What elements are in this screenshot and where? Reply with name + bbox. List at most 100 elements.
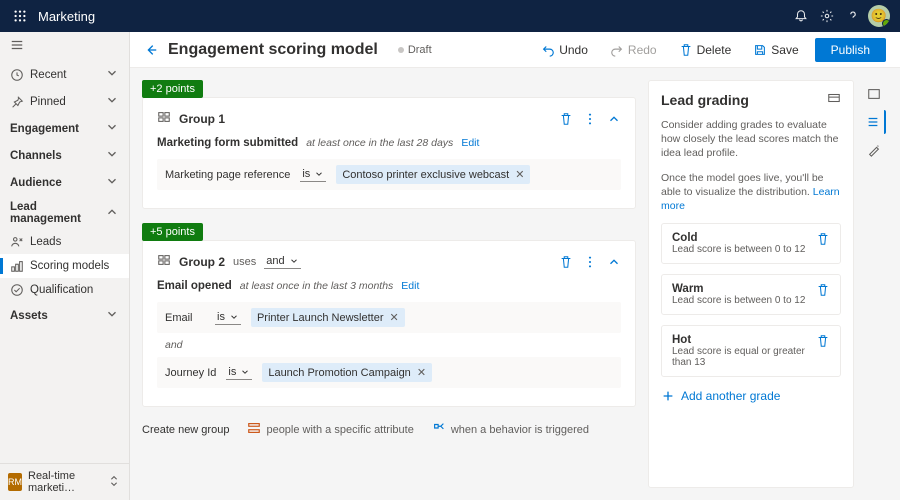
lead-grading-panel: Lead grading Consider adding grades to e…: [648, 80, 854, 488]
grade-delete-button[interactable]: [816, 283, 830, 300]
chevron-down-icon: [105, 93, 119, 107]
value-token[interactable]: Launch Promotion Campaign✕: [262, 363, 432, 382]
save-button[interactable]: Save: [747, 39, 804, 61]
chevron-up-icon: [105, 205, 119, 219]
condition-edit-link[interactable]: Edit: [401, 280, 419, 292]
chevron-down-icon: [289, 256, 299, 266]
group-name[interactable]: Group 1: [179, 112, 225, 126]
condition-label: Marketing form submitted: [157, 137, 298, 149]
nav-section-audience[interactable]: Audience: [0, 169, 129, 196]
grade-card[interactable]: ColdLead score is between 0 to 12: [661, 223, 841, 264]
rail-card-button[interactable]: [862, 82, 886, 106]
trash-icon: [679, 43, 693, 57]
grade-sub: Lead score is equal or greater than 13: [672, 346, 808, 368]
area-switcher[interactable]: RM Real-time marketi…: [0, 463, 129, 500]
remove-token-button[interactable]: ✕: [390, 311, 399, 324]
nav-section-engagement[interactable]: Engagement: [0, 115, 129, 142]
operator-select[interactable]: is: [300, 167, 326, 182]
side-rail: [860, 80, 888, 488]
add-grade-button[interactable]: Add another grade: [661, 387, 841, 403]
nav-pinned[interactable]: Pinned: [0, 88, 129, 115]
nav-label: Pinned: [30, 96, 66, 108]
arrow-left-icon: [144, 43, 158, 57]
value-token[interactable]: Printer Launch Newsletter✕: [251, 308, 405, 327]
chevron-down-icon: [105, 307, 119, 321]
undo-button[interactable]: Undo: [535, 39, 594, 61]
operator-select[interactable]: is: [215, 310, 241, 325]
notifications-button[interactable]: [788, 3, 814, 29]
remove-token-button[interactable]: ✕: [417, 366, 426, 379]
chevron-down-icon: [105, 147, 119, 161]
sidebar-toggle[interactable]: [0, 32, 129, 61]
logic-select[interactable]: and: [264, 254, 300, 269]
and-label: and: [165, 339, 621, 351]
qualification-icon: [10, 283, 24, 297]
group-name[interactable]: Group 2: [179, 255, 225, 269]
grade-delete-button[interactable]: [816, 334, 830, 351]
help-button[interactable]: [840, 3, 866, 29]
gear-icon: [820, 9, 834, 23]
back-button[interactable]: [144, 43, 158, 57]
new-group-attribute[interactable]: people with a specific attribute: [247, 421, 413, 438]
app-name: Marketing: [38, 9, 95, 24]
group-delete-button[interactable]: [559, 255, 573, 269]
group-collapse-button[interactable]: [607, 112, 621, 126]
publish-button[interactable]: Publish: [815, 38, 886, 62]
field-name: Journey Id: [165, 367, 216, 379]
remove-token-button[interactable]: ✕: [515, 168, 524, 181]
grade-delete-button[interactable]: [816, 232, 830, 249]
status-badge: Draft: [398, 44, 432, 56]
nav-leads[interactable]: Leads: [0, 230, 129, 254]
trash-icon: [559, 112, 573, 126]
nav-section-lead-management[interactable]: Lead management: [0, 196, 129, 230]
value-token[interactable]: Contoso printer exclusive webcast✕: [336, 165, 530, 184]
plus-icon: [661, 389, 675, 403]
page-title: Engagement scoring model: [168, 41, 378, 59]
panel-title: Lead grading: [661, 92, 749, 108]
chevron-up-icon: [607, 112, 621, 126]
grade-sub: Lead score is between 0 to 12: [672, 295, 805, 306]
account-menu[interactable]: 🙂: [866, 3, 892, 29]
bell-icon: [794, 9, 808, 23]
chevron-up-icon: [607, 255, 621, 269]
avatar: 🙂: [868, 5, 890, 27]
clock-icon: [10, 68, 24, 82]
grade-card[interactable]: WarmLead score is between 0 to 12: [661, 274, 841, 315]
filter-row: Email is Printer Launch Newsletter✕: [157, 302, 621, 333]
nav-section-channels[interactable]: Channels: [0, 142, 129, 169]
operator-select[interactable]: is: [226, 365, 252, 380]
grade-sub: Lead score is between 0 to 12: [672, 244, 805, 255]
rail-list-button[interactable]: [862, 110, 886, 134]
redo-icon: [610, 43, 624, 57]
field-name: Marketing page reference: [165, 169, 290, 181]
points-badge: +2 points: [142, 80, 203, 98]
panel-view-toggle[interactable]: [827, 91, 841, 108]
nav-recent[interactable]: Recent: [0, 61, 129, 88]
grade-name: Hot: [672, 334, 808, 346]
trash-icon: [559, 255, 573, 269]
nav-scoring-models[interactable]: Scoring models: [0, 254, 129, 278]
uses-label: uses: [233, 256, 256, 268]
rail-edit-button[interactable]: [862, 138, 886, 162]
group-card: Group 2 uses and Email opened at leas: [142, 240, 636, 407]
group-more-button[interactable]: [583, 112, 597, 126]
nav-section-assets[interactable]: Assets: [0, 302, 129, 329]
group-more-button[interactable]: [583, 255, 597, 269]
condition-edit-link[interactable]: Edit: [461, 137, 479, 149]
group-delete-button[interactable]: [559, 112, 573, 126]
panel-desc-1: Consider adding grades to evaluate how c…: [661, 118, 841, 161]
group-collapse-button[interactable]: [607, 255, 621, 269]
group-icon: [157, 253, 171, 267]
delete-button[interactable]: Delete: [673, 39, 738, 61]
settings-button[interactable]: [814, 3, 840, 29]
question-icon: [846, 9, 860, 23]
new-group-behavior[interactable]: when a behavior is triggered: [432, 421, 589, 438]
redo-button[interactable]: Redo: [604, 39, 663, 61]
grade-card[interactable]: HotLead score is equal or greater than 1…: [661, 325, 841, 377]
scoring-icon: [10, 259, 24, 273]
nav-qualification[interactable]: Qualification: [0, 278, 129, 302]
app-launcher-button[interactable]: [8, 4, 32, 28]
trash-icon: [816, 283, 830, 297]
trash-icon: [816, 232, 830, 246]
area-badge: RM: [8, 473, 22, 491]
